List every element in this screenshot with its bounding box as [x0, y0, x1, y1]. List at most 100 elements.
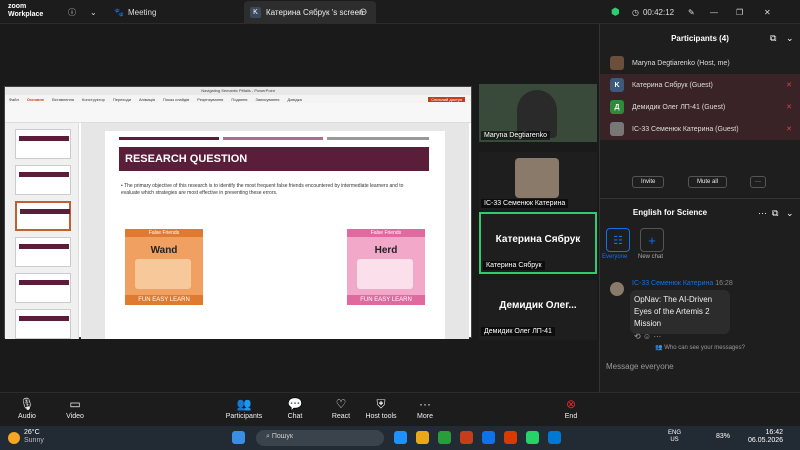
wand-illustration — [135, 259, 191, 289]
taskbar-app-icon[interactable] — [482, 431, 495, 444]
windows-taskbar: 26°C Sunny ⌕ Пошук ENG US 83% 16:42 06.05.2… — [0, 426, 800, 450]
participant-row[interactable]: Д Демидик Олег ЛП-41 (Guest) ✕ — [600, 96, 800, 118]
chat-message[interactable]: OpNav: The AI-Driven Eyes of the Artemis… — [630, 290, 730, 334]
taskbar-app-icon[interactable] — [394, 431, 407, 444]
participant-row[interactable]: Maryna Degtiarenko (Host, me) — [600, 52, 800, 74]
more-options-icon[interactable]: ⊖ — [359, 5, 367, 19]
message-input[interactable]: Message everyone — [606, 362, 796, 371]
ppt-menu-item[interactable]: Записування — [255, 97, 279, 102]
slide-thumb[interactable] — [15, 237, 71, 267]
taskbar-app-icon[interactable] — [438, 431, 451, 444]
taskbar-app-icon[interactable] — [504, 431, 517, 444]
chat-title: English for Science — [632, 208, 708, 217]
pen-icon[interactable]: ✎ — [688, 5, 695, 19]
close-icon[interactable]: ✕ — [764, 5, 771, 19]
battery-indicator[interactable]: 83% — [716, 433, 730, 440]
everyone-chat-icon[interactable]: ☷ — [606, 228, 630, 252]
sun-icon[interactable] — [8, 432, 20, 444]
slide-thumb[interactable] — [15, 273, 71, 303]
ppt-menu-item[interactable]: Основне — [27, 97, 44, 102]
video-button[interactable]: ▭ Video — [52, 397, 98, 420]
audio-button[interactable]: 🎙 Audio — [4, 397, 50, 420]
muted-mic-icon[interactable]: ✕ — [786, 125, 792, 133]
invite-button[interactable]: Invite — [632, 176, 665, 188]
info-icon[interactable]: ⓘ — [68, 5, 76, 19]
ppt-menu-item[interactable]: Конструктор — [82, 97, 105, 102]
ppt-menu-item[interactable]: Рецензування — [197, 97, 223, 102]
video-name: Демидик Олег ЛП-41 — [481, 327, 555, 336]
sender-avatar — [610, 282, 624, 296]
taskbar-search[interactable]: ⌕ Пошук — [256, 430, 384, 446]
slide-divider — [223, 137, 323, 140]
more-button[interactable]: ··· — [750, 176, 766, 188]
zoom-logo: zoom Workplace — [8, 3, 44, 18]
video-tile-maryna[interactable]: Maryna Degtiarenko — [479, 84, 597, 142]
tile-display-name: Катерина Сябрук — [495, 234, 581, 245]
restore-icon[interactable]: ❐ — [736, 5, 743, 19]
popout-icon[interactable]: ⧉ — [770, 33, 776, 44]
end-icon: ⊗ — [565, 397, 577, 411]
ppt-menu-item[interactable]: Переходи — [113, 97, 131, 102]
slide-divider — [119, 137, 219, 140]
chevron-down-icon[interactable]: ⌄ — [90, 5, 97, 19]
taskbar-app-icon[interactable] — [460, 431, 473, 444]
windows-start-icon[interactable] — [232, 431, 245, 444]
screen-share-tab[interactable]: K Катерина Сябрук 's screen — [244, 1, 376, 23]
participants-button[interactable]: 👥 Participants — [214, 397, 274, 420]
ppt-menu-item[interactable]: Файл — [9, 97, 19, 102]
ppt-ribbon[interactable] — [5, 103, 471, 123]
taskbar-app-icon[interactable] — [548, 431, 561, 444]
powerpoint-window[interactable]: Navigating Semantic Pitfalls - PowerPoin… — [4, 86, 472, 339]
clock-icon: ◷ — [632, 7, 639, 17]
slide-thumb[interactable] — [15, 165, 71, 195]
slide-thumb-selected[interactable] — [15, 201, 71, 231]
ppt-menu-item[interactable]: Показ слайдів — [163, 97, 189, 102]
muted-mic-icon[interactable]: ✕ — [786, 81, 792, 89]
slide-thumb[interactable] — [15, 309, 71, 339]
video-tile-syabruk[interactable]: Катерина Сябрук Катерина Сябрук — [479, 212, 597, 274]
ppt-menu-item[interactable]: Довідка — [287, 97, 301, 102]
end-button[interactable]: ⊗ End — [548, 397, 594, 420]
popout-icon[interactable]: ⧉ — [772, 208, 778, 219]
chat-more-icon[interactable]: ··· — [758, 208, 767, 218]
video-name: ІС-33 Семенюк Катерина — [481, 199, 569, 208]
slide-divider — [327, 137, 429, 140]
close-chat-icon[interactable]: ⌄ — [786, 208, 794, 219]
reply-icon[interactable]: ⟲ ☺ ··· — [634, 332, 661, 341]
participant-row[interactable]: ІС-33 Семенюк Катерина (Guest) ✕ — [600, 118, 800, 140]
cat-avatar — [515, 158, 559, 198]
video-tile-demydyk[interactable]: Демидик Олег... Демидик Олег ЛП-41 — [479, 280, 597, 340]
meeting-button[interactable]: 🐾 Meeting — [114, 5, 156, 19]
taskbar-app-icon[interactable] — [416, 431, 429, 444]
microphone-icon: 🎙 — [19, 397, 35, 411]
more-button[interactable]: ··· More — [402, 397, 448, 420]
slide[interactable]: RESEARCH QUESTION • The primary objectiv… — [105, 131, 445, 339]
muted-mic-icon[interactable]: ✕ — [786, 103, 792, 111]
ppt-menu-item[interactable]: Вставлення — [52, 97, 74, 102]
who-can-see[interactable]: 👥 Who can see your messages? — [600, 344, 800, 351]
video-name: Катерина Сябрук — [483, 261, 545, 270]
divider — [600, 198, 800, 199]
new-chat-label: New chat — [638, 254, 664, 260]
ppt-menu-item[interactable]: Анімація — [139, 97, 155, 102]
participant-row[interactable]: K Катерина Сябрук (Guest) ✕ — [600, 74, 800, 96]
minimize-icon[interactable]: — — [710, 5, 718, 19]
ppt-share-button[interactable]: Спільний доступ — [428, 96, 465, 102]
herd-illustration — [357, 259, 413, 289]
chat-button[interactable]: 💬 Chat — [272, 397, 318, 420]
ppt-menu-item[interactable]: Подання — [231, 97, 247, 102]
avatar — [610, 122, 624, 136]
host-tools-button[interactable]: ⛨ Host tools — [358, 397, 404, 420]
shield-icon[interactable]: ⬢ — [611, 5, 620, 19]
heart-icon: ♡ — [335, 397, 347, 411]
taskbar-app-icon[interactable] — [526, 431, 539, 444]
video-tile-semenyuk[interactable]: ІС-33 Семенюк Катерина — [479, 152, 597, 210]
new-chat-icon[interactable]: + — [640, 228, 664, 252]
slide-thumb[interactable] — [15, 129, 71, 159]
video-name: Maryna Degtiarenko — [481, 131, 551, 140]
taskbar-clock[interactable]: 16:42 06.05.2026 — [748, 429, 783, 445]
mute-all-button[interactable]: Mute all — [688, 176, 728, 188]
weather-widget[interactable]: 26°C Sunny — [24, 429, 44, 445]
close-panel-icon[interactable]: ⌄ — [786, 33, 794, 44]
language-indicator[interactable]: ENG US — [668, 430, 681, 444]
